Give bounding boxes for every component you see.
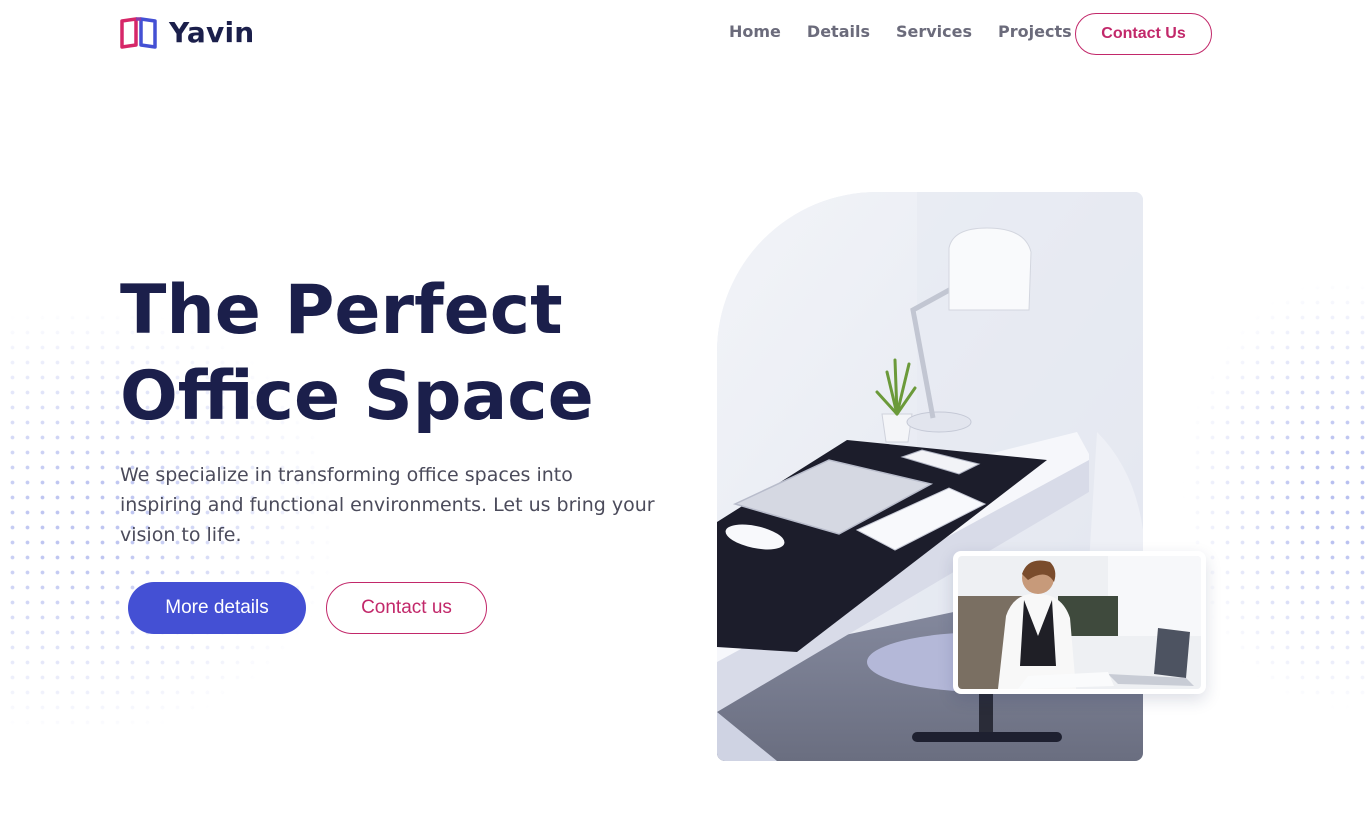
- nav-home[interactable]: Home: [729, 22, 781, 41]
- woman-working-laptop-photo: [953, 551, 1206, 694]
- brand[interactable]: Yavin: [120, 16, 254, 49]
- header-contact-button[interactable]: Contact Us: [1075, 13, 1212, 55]
- nav-projects[interactable]: Projects: [998, 22, 1072, 41]
- nav-details[interactable]: Details: [807, 22, 870, 41]
- hero-title: The Perfect Office Space: [120, 268, 680, 440]
- more-details-button[interactable]: More details: [128, 582, 306, 634]
- hero-title-line1: The Perfect: [120, 271, 563, 350]
- book-logo-icon: [120, 16, 157, 49]
- hero-title-line2: Office Space: [120, 357, 594, 436]
- nav-services[interactable]: Services: [896, 22, 972, 41]
- brand-name: Yavin: [169, 16, 255, 49]
- hero-subtitle: We specialize in transforming office spa…: [120, 464, 655, 546]
- site-header: Yavin Home Details Services Projects Con…: [0, 0, 1367, 68]
- main-nav: Home Details Services Projects: [729, 22, 1072, 41]
- contact-us-button[interactable]: Contact us: [326, 582, 487, 634]
